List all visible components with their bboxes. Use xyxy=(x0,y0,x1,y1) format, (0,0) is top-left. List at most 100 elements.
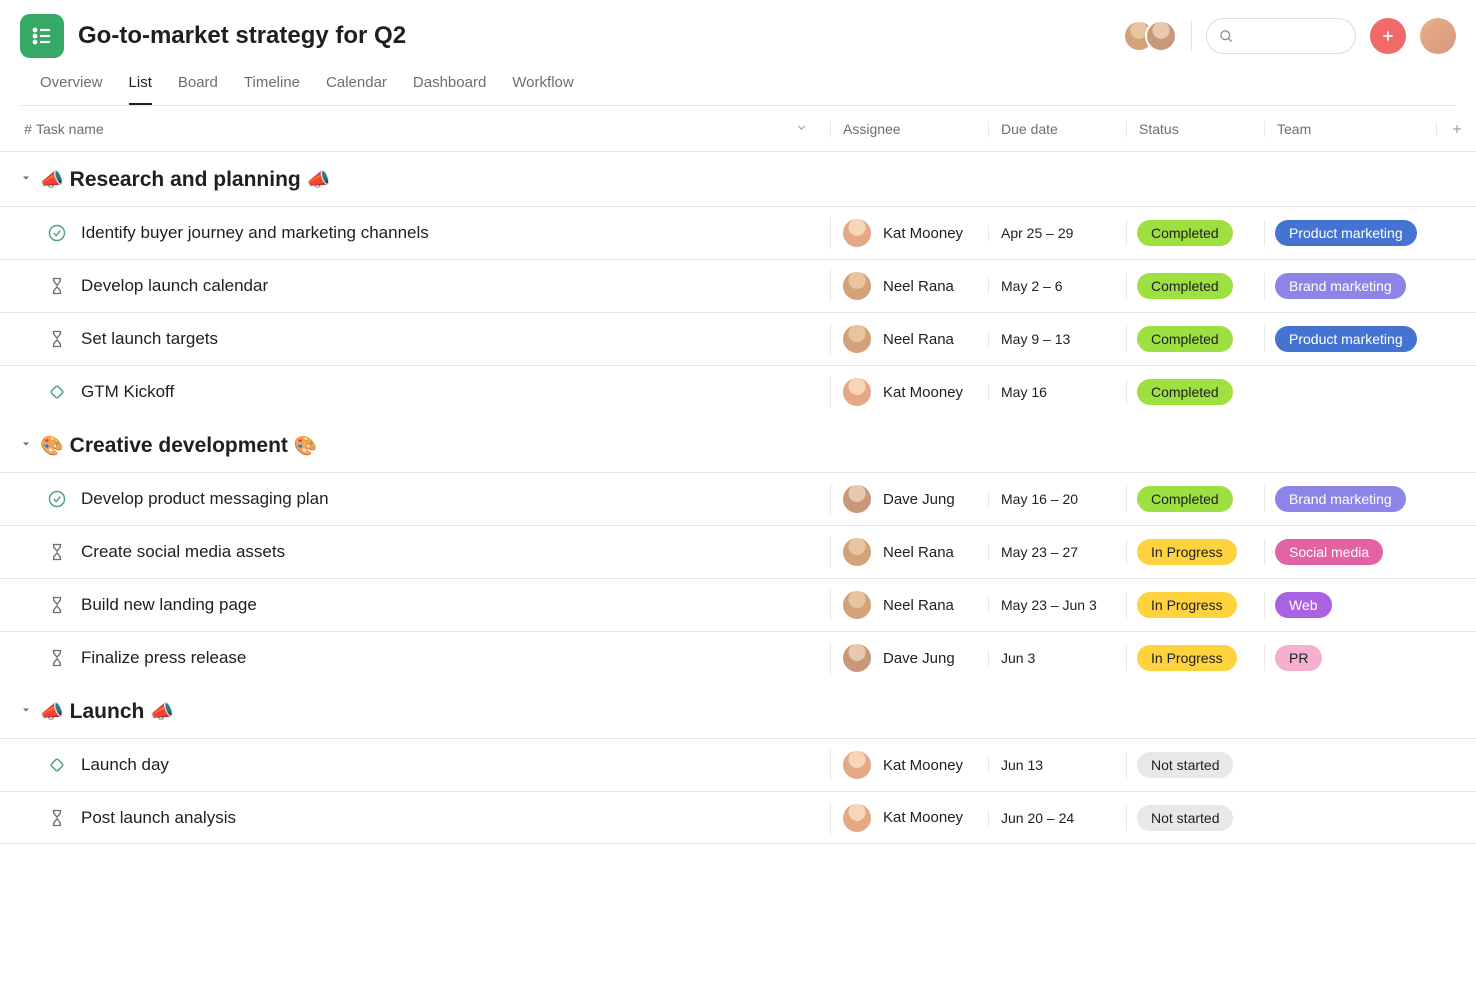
tab-timeline[interactable]: Timeline xyxy=(244,74,300,105)
cell-assignee[interactable]: Kat Mooney xyxy=(830,749,988,781)
cell-status[interactable]: Completed xyxy=(1126,326,1264,352)
cell-status[interactable]: In Progress xyxy=(1126,592,1264,618)
task-status-icon[interactable] xyxy=(46,381,68,403)
cell-status[interactable]: Not started xyxy=(1126,805,1264,831)
cell-team[interactable]: Web xyxy=(1264,592,1436,618)
cell-due-date[interactable]: Jun 20 – 24 xyxy=(988,810,1126,826)
column-task[interactable]: Task name xyxy=(36,121,830,137)
cell-task[interactable]: Post launch analysis xyxy=(46,807,830,829)
task-status-icon[interactable] xyxy=(46,222,68,244)
tab-calendar[interactable]: Calendar xyxy=(326,74,387,105)
cell-status[interactable]: Completed xyxy=(1126,220,1264,246)
cell-due-date[interactable]: May 23 – Jun 3 xyxy=(988,597,1126,613)
task-row[interactable]: Identify buyer journey and marketing cha… xyxy=(0,206,1476,259)
task-status-icon[interactable] xyxy=(46,541,68,563)
column-due-date[interactable]: Due date xyxy=(988,121,1126,137)
cell-assignee[interactable]: Kat Mooney xyxy=(830,376,988,408)
cell-task[interactable]: GTM Kickoff xyxy=(46,381,830,403)
cell-status[interactable]: In Progress xyxy=(1126,539,1264,565)
status-pill[interactable]: Completed xyxy=(1137,273,1233,299)
cell-due-date[interactable]: Jun 3 xyxy=(988,650,1126,666)
task-status-icon[interactable] xyxy=(46,328,68,350)
search-input[interactable] xyxy=(1242,28,1343,44)
cell-assignee[interactable]: Dave Jung xyxy=(830,642,988,674)
cell-assignee[interactable]: Neel Rana xyxy=(830,323,988,355)
cell-assignee[interactable]: Neel Rana xyxy=(830,270,988,302)
cell-task[interactable]: Finalize press release xyxy=(46,647,830,669)
cell-task[interactable]: Develop launch calendar xyxy=(46,275,830,297)
task-row[interactable]: Develop product messaging planDave JungM… xyxy=(0,472,1476,525)
cell-status[interactable]: In Progress xyxy=(1126,645,1264,671)
task-status-icon[interactable] xyxy=(46,594,68,616)
cell-status[interactable]: Not started xyxy=(1126,752,1264,778)
status-pill[interactable]: Completed xyxy=(1137,326,1233,352)
cell-team[interactable]: Product marketing xyxy=(1264,220,1436,246)
cell-team[interactable]: Brand marketing xyxy=(1264,486,1436,512)
member-avatar[interactable] xyxy=(1145,20,1177,52)
project-icon[interactable] xyxy=(20,14,64,58)
task-row[interactable]: Set launch targetsNeel RanaMay 9 – 13 Com… xyxy=(0,312,1476,365)
cell-task[interactable]: Develop product messaging plan xyxy=(46,488,830,510)
cell-assignee[interactable]: Neel Rana xyxy=(830,589,988,621)
team-pill[interactable]: Brand marketing xyxy=(1275,486,1406,512)
team-pill[interactable]: Product marketing xyxy=(1275,220,1417,246)
status-pill[interactable]: Completed xyxy=(1137,379,1233,405)
tab-board[interactable]: Board xyxy=(178,74,218,105)
chevron-down-icon[interactable] xyxy=(795,121,830,137)
cell-task[interactable]: Launch day xyxy=(46,754,830,776)
cell-due-date[interactable]: May 23 – 27 xyxy=(988,544,1126,560)
status-pill[interactable]: Completed xyxy=(1137,220,1233,246)
tab-list[interactable]: List xyxy=(129,74,152,105)
search-box[interactable] xyxy=(1206,18,1356,54)
cell-team[interactable]: PR xyxy=(1264,645,1436,671)
section-header[interactable]: 📣Research and planning📣 xyxy=(0,152,1476,206)
cell-due-date[interactable]: May 2 – 6 xyxy=(988,278,1126,294)
cell-status[interactable]: Completed xyxy=(1126,273,1264,299)
cell-due-date[interactable]: Jun 13 xyxy=(988,757,1126,773)
team-pill[interactable]: PR xyxy=(1275,645,1322,671)
task-row[interactable]: GTM KickoffKat MooneyMay 16 Completed xyxy=(0,365,1476,418)
team-pill[interactable]: Web xyxy=(1275,592,1332,618)
team-pill[interactable]: Product marketing xyxy=(1275,326,1417,352)
column-assignee[interactable]: Assignee xyxy=(830,121,988,137)
cell-due-date[interactable]: May 9 – 13 xyxy=(988,331,1126,347)
task-row[interactable]: Develop launch calendarNeel RanaMay 2 – … xyxy=(0,259,1476,312)
cell-task[interactable]: Set launch targets xyxy=(46,328,830,350)
section-header[interactable]: 📣Launch📣 xyxy=(0,684,1476,738)
task-status-icon[interactable] xyxy=(46,488,68,510)
column-team[interactable]: Team xyxy=(1264,121,1436,137)
task-row[interactable]: Build new landing pageNeel RanaMay 23 – … xyxy=(0,578,1476,631)
status-pill[interactable]: In Progress xyxy=(1137,592,1237,618)
add-button[interactable] xyxy=(1370,18,1406,54)
team-pill[interactable]: Social media xyxy=(1275,539,1383,565)
task-status-icon[interactable] xyxy=(46,807,68,829)
cell-assignee[interactable]: Neel Rana xyxy=(830,536,988,568)
cell-task[interactable]: Build new landing page xyxy=(46,594,830,616)
cell-status[interactable]: Completed xyxy=(1126,486,1264,512)
cell-assignee[interactable]: Kat Mooney xyxy=(830,217,988,249)
status-pill[interactable]: In Progress xyxy=(1137,645,1237,671)
task-row[interactable]: Launch dayKat MooneyJun 13Not started xyxy=(0,738,1476,791)
team-pill[interactable]: Brand marketing xyxy=(1275,273,1406,299)
cell-task[interactable]: Identify buyer journey and marketing cha… xyxy=(46,222,830,244)
task-status-icon[interactable] xyxy=(46,275,68,297)
tab-workflow[interactable]: Workflow xyxy=(512,74,573,105)
cell-assignee[interactable]: Dave Jung xyxy=(830,483,988,515)
cell-status[interactable]: Completed xyxy=(1126,379,1264,405)
cell-assignee[interactable]: Kat Mooney xyxy=(830,802,988,834)
status-pill[interactable]: Not started xyxy=(1137,805,1233,831)
task-row[interactable]: Post launch analysisKat MooneyJun 20 – 2… xyxy=(0,791,1476,844)
cell-due-date[interactable]: May 16 xyxy=(988,384,1126,400)
tab-dashboard[interactable]: Dashboard xyxy=(413,74,486,105)
task-status-icon[interactable] xyxy=(46,754,68,776)
section-header[interactable]: 🎨Creative development🎨 xyxy=(0,418,1476,472)
task-row[interactable]: Finalize press releaseDave JungJun 3 In P… xyxy=(0,631,1476,684)
cell-due-date[interactable]: Apr 25 – 29 xyxy=(988,225,1126,241)
task-status-icon[interactable] xyxy=(46,647,68,669)
task-row[interactable]: Create social media assetsNeel RanaMay 2… xyxy=(0,525,1476,578)
cell-team[interactable]: Social media xyxy=(1264,539,1436,565)
add-column-button[interactable] xyxy=(1436,122,1476,136)
status-pill[interactable]: Completed xyxy=(1137,486,1233,512)
column-status[interactable]: Status xyxy=(1126,121,1264,137)
status-pill[interactable]: In Progress xyxy=(1137,539,1237,565)
